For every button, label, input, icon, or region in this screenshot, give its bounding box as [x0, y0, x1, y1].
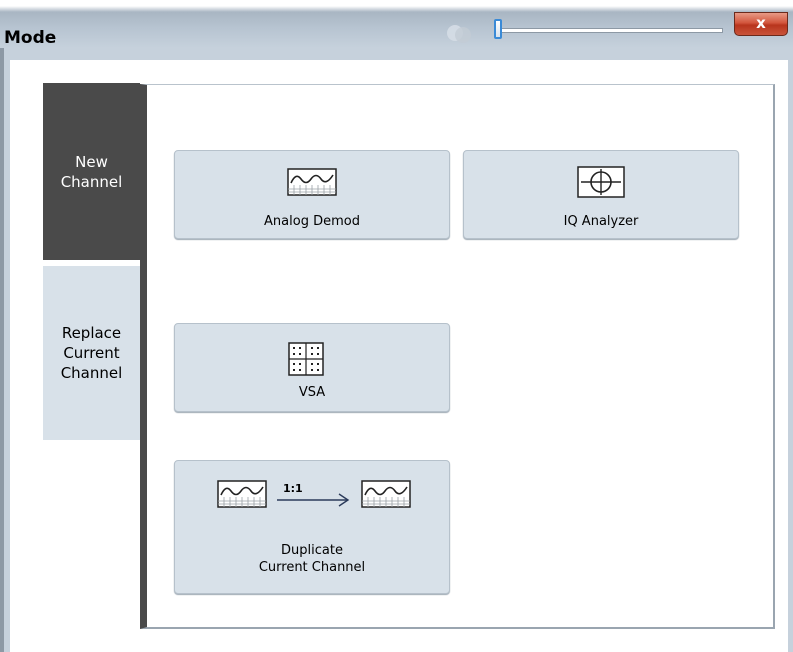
source-channel-icon [217, 480, 267, 508]
crosshair-circle-icon [577, 166, 625, 198]
title-bar: Mode x [0, 0, 793, 49]
duplicate-current-channel-button[interactable]: 1:1 Duplicate Current Channel [174, 460, 450, 594]
sine-wave-icon [287, 168, 337, 196]
window-title: Mode [4, 28, 57, 48]
frame-edge [0, 48, 4, 652]
iq-analyzer-label: IQ Analyzer [563, 214, 639, 229]
tab-new-channel[interactable]: New Channel [43, 83, 140, 260]
transparency-slider-track[interactable] [497, 28, 723, 33]
constellation-grid-icon [288, 342, 324, 376]
vsa-label: VSA [298, 385, 326, 400]
close-button[interactable]: x [734, 12, 788, 36]
analog-demod-label: Analog Demod [264, 214, 360, 229]
transparency-slider-thumb[interactable] [494, 19, 502, 39]
mode-content-panel: Analog Demod IQ Analyzer VSA 1:1 Duplica… [140, 84, 775, 629]
arrow-right-icon [277, 493, 350, 507]
analog-demod-button[interactable]: Analog Demod [174, 150, 450, 239]
iq-analyzer-button[interactable]: IQ Analyzer [463, 150, 739, 239]
target-channel-icon [361, 480, 411, 508]
tab-replace-current-channel[interactable]: Replace Current Channel [43, 266, 140, 440]
duplicate-current-channel-label: Duplicate Current Channel [258, 543, 366, 575]
glass-orb-icon [447, 25, 471, 43]
vsa-button[interactable]: VSA [174, 323, 450, 412]
